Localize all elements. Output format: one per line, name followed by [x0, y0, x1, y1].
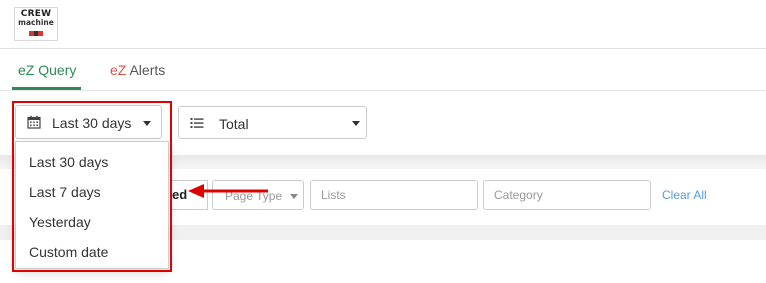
- chevron-down-icon: [290, 194, 298, 199]
- crew-machine-logo[interactable]: CREW machine: [14, 7, 58, 41]
- header-divider: [0, 48, 766, 49]
- lists-input[interactable]: [311, 181, 477, 209]
- tabs-divider: [0, 90, 766, 91]
- list-icon: [190, 118, 204, 128]
- tab-ez-query-label: Query: [34, 62, 77, 78]
- hidden-filter-label: ed: [172, 187, 188, 202]
- logo-text-line2: machine: [18, 18, 54, 27]
- category-field: [483, 180, 651, 210]
- chevron-down-icon: [352, 121, 360, 126]
- metric-value: Total: [219, 116, 249, 132]
- annotation-arrow-icon: [188, 184, 268, 198]
- category-input[interactable]: [484, 181, 650, 209]
- tab-ez-query[interactable]: eZ Query: [18, 62, 76, 78]
- tab-ez-query-prefix: eZ: [18, 62, 35, 78]
- metric-select[interactable]: Total: [178, 106, 367, 139]
- clear-all-link[interactable]: Clear All: [662, 188, 707, 202]
- lists-field: [310, 180, 478, 210]
- tab-ez-alerts-prefix: eZ: [110, 62, 127, 78]
- annotation-highlight-box: [12, 101, 172, 272]
- logo-mark: [29, 31, 43, 36]
- tab-ez-alerts-label: Alerts: [126, 62, 166, 78]
- tab-ez-alerts[interactable]: eZ Alerts: [110, 62, 165, 78]
